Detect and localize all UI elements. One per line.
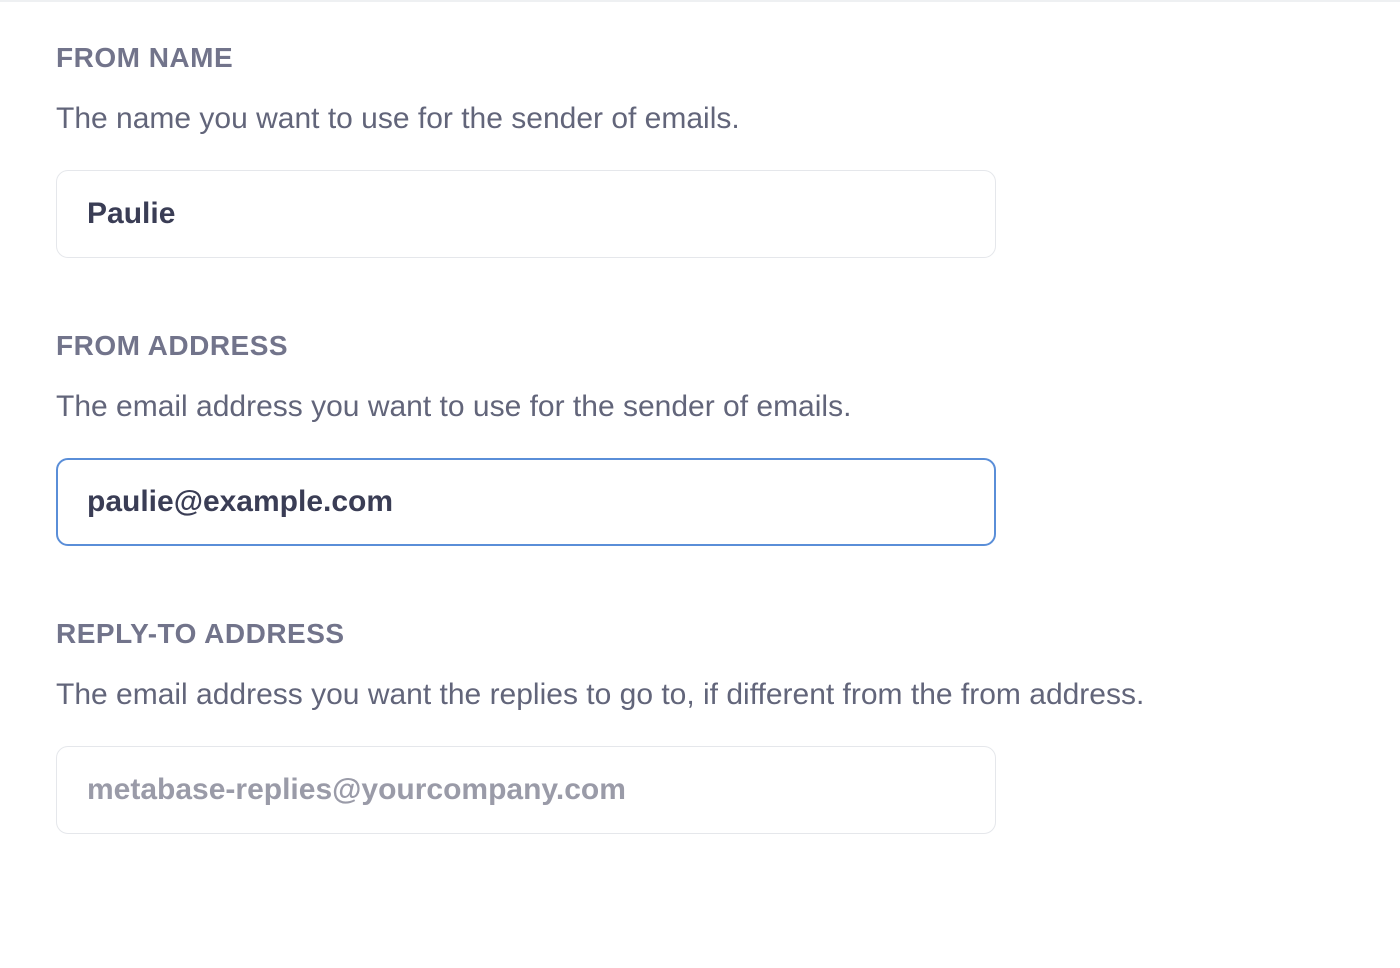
reply-to-address-input[interactable] — [56, 746, 996, 834]
from-address-description: The email address you want to use for th… — [56, 386, 1344, 428]
reply-to-address-section: REPLY-TO ADDRESS The email address you w… — [56, 618, 1344, 834]
email-settings-form: FROM NAME The name you want to use for t… — [0, 0, 1400, 874]
from-address-label: FROM ADDRESS — [56, 330, 1344, 362]
reply-to-address-label: REPLY-TO ADDRESS — [56, 618, 1344, 650]
reply-to-address-description: The email address you want the replies t… — [56, 674, 1344, 716]
from-name-description: The name you want to use for the sender … — [56, 98, 1344, 140]
from-name-section: FROM NAME The name you want to use for t… — [56, 42, 1344, 258]
from-address-input[interactable] — [56, 458, 996, 546]
from-address-section: FROM ADDRESS The email address you want … — [56, 330, 1344, 546]
from-name-label: FROM NAME — [56, 42, 1344, 74]
from-name-input[interactable] — [56, 170, 996, 258]
